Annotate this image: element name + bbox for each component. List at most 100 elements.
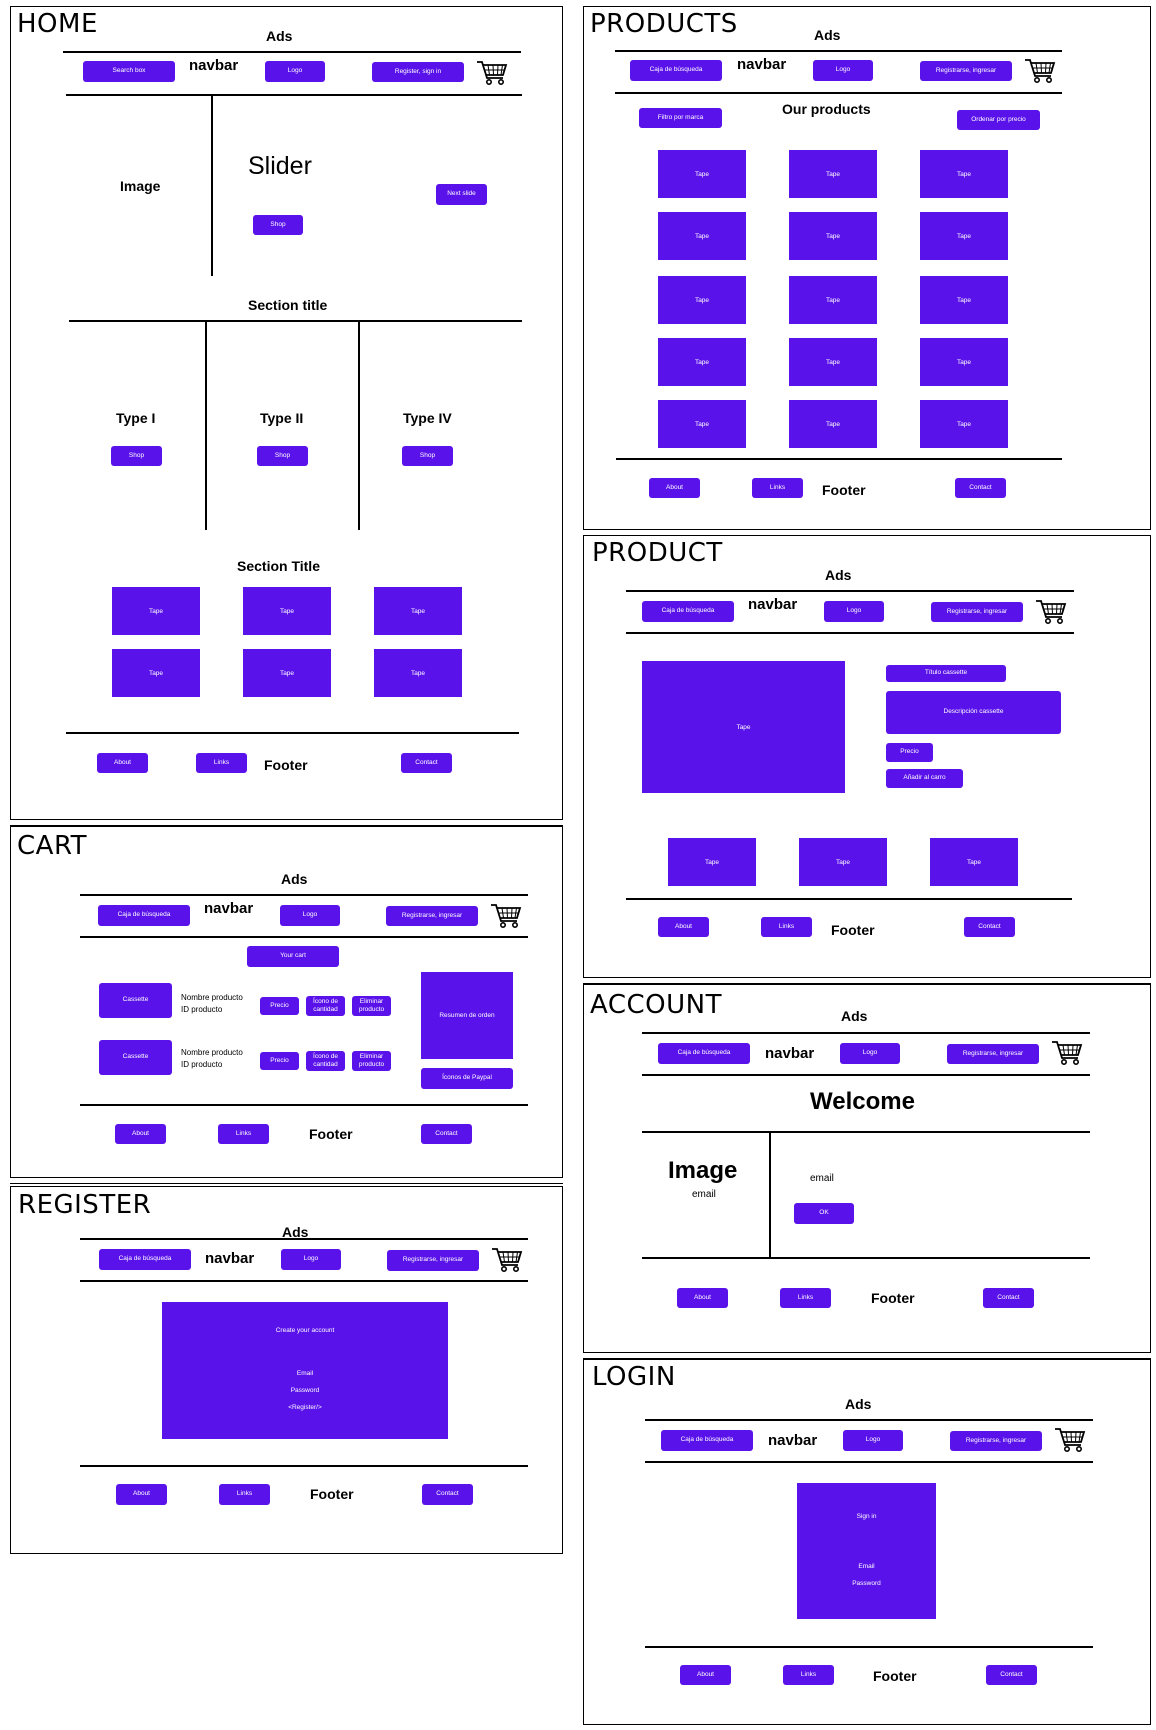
email-field[interactable]: Email — [162, 1370, 448, 1377]
tape-card[interactable]: Tape — [789, 400, 877, 448]
about-button[interactable]: About — [649, 478, 700, 498]
tape-card[interactable]: Tape — [920, 212, 1008, 260]
cart-icon[interactable] — [476, 59, 508, 87]
search-box-button[interactable]: Caja de búsqueda — [98, 905, 190, 926]
related-tape-card[interactable]: Tape — [668, 838, 756, 886]
about-button[interactable]: About — [97, 753, 148, 773]
register-button[interactable]: Registrarse, ingresar — [387, 1250, 479, 1271]
price-button[interactable]: Precio — [260, 1052, 299, 1070]
password-field[interactable]: Password — [162, 1387, 448, 1394]
your-cart-button[interactable]: Your cart — [247, 946, 339, 967]
price-button[interactable]: Precio — [260, 997, 299, 1015]
links-button[interactable]: Links — [752, 478, 803, 498]
shop-button[interactable]: Shop — [253, 215, 303, 235]
contact-button[interactable]: Contact — [421, 1124, 472, 1144]
tape-card[interactable]: Tape — [112, 649, 200, 697]
quantity-icon-button[interactable]: Ícono de cantidad — [306, 1051, 345, 1071]
tape-card[interactable]: Tape — [243, 649, 331, 697]
register-submit[interactable]: <Register/> — [162, 1404, 448, 1411]
delete-product-button[interactable]: Eliminar producto — [352, 1051, 391, 1071]
related-tape-card[interactable]: Tape — [799, 838, 887, 886]
search-box-button[interactable]: Caja de búsqueda — [630, 60, 722, 81]
contact-button[interactable]: Contact — [986, 1665, 1037, 1685]
email-field[interactable]: Email — [797, 1563, 936, 1570]
about-button[interactable]: About — [680, 1665, 731, 1685]
cassette-thumbnail[interactable]: Cassette — [99, 983, 172, 1018]
links-button[interactable]: Links — [218, 1124, 269, 1144]
logo-button[interactable]: Logo — [281, 1249, 341, 1270]
register-button[interactable]: Registrarse, ingresar — [920, 61, 1012, 81]
quantity-icon-button[interactable]: Ícono de cantidad — [306, 996, 345, 1016]
cart-icon[interactable] — [1051, 1039, 1083, 1067]
add-to-cart-button[interactable]: Añadir al carro — [886, 769, 963, 788]
logo-button[interactable]: Logo — [280, 905, 340, 926]
logo-button[interactable]: Logo — [840, 1043, 900, 1064]
about-button[interactable]: About — [677, 1288, 728, 1308]
shop-button[interactable]: Shop — [257, 446, 308, 466]
password-field[interactable]: Password — [797, 1580, 936, 1587]
contact-button[interactable]: Contact — [983, 1288, 1034, 1308]
tape-card[interactable]: Tape — [658, 338, 746, 386]
tape-card[interactable]: Tape — [112, 587, 200, 635]
tape-card[interactable]: Tape — [920, 400, 1008, 448]
delete-product-button[interactable]: Eliminar producto — [352, 996, 391, 1016]
links-button[interactable]: Links — [761, 917, 812, 937]
tape-card[interactable]: Tape — [920, 150, 1008, 198]
contact-button[interactable]: Contact — [422, 1484, 473, 1505]
links-button[interactable]: Links — [219, 1484, 270, 1505]
paypal-icons-button[interactable]: Íconos de Paypal — [421, 1068, 513, 1089]
tape-card[interactable]: Tape — [658, 212, 746, 260]
logo-button[interactable]: Logo — [843, 1430, 903, 1451]
sort-by-price-button[interactable]: Ordenar por precio — [957, 110, 1040, 130]
about-button[interactable]: About — [115, 1124, 166, 1144]
navbar-label: navbar — [765, 1045, 815, 1062]
register-button[interactable]: Register, sign in — [372, 62, 464, 82]
cart-icon[interactable] — [1024, 57, 1056, 85]
search-box-button[interactable]: Caja de búsqueda — [661, 1430, 753, 1451]
tape-card[interactable]: Tape — [920, 338, 1008, 386]
tape-card[interactable]: Tape — [789, 212, 877, 260]
register-button[interactable]: Registrarse, ingresar — [386, 906, 478, 926]
contact-button[interactable]: Contact — [401, 753, 452, 773]
search-box-button[interactable]: Caja de búsqueda — [642, 601, 734, 622]
cart-icon[interactable] — [491, 1246, 523, 1274]
tape-card[interactable]: Tape — [920, 276, 1008, 324]
search-box-button[interactable]: Caja de búsqueda — [99, 1249, 191, 1270]
search-box-button[interactable]: Search box — [83, 61, 175, 82]
cassette-thumbnail[interactable]: Cassette — [99, 1040, 172, 1075]
shop-button[interactable]: Shop — [111, 446, 162, 466]
ads-label: Ads — [814, 27, 841, 43]
logo-button[interactable]: Logo — [813, 60, 873, 81]
type-ii-label: Type II — [260, 410, 304, 426]
cart-icon[interactable] — [490, 902, 522, 930]
tape-card[interactable]: Tape — [243, 587, 331, 635]
related-tape-card[interactable]: Tape — [930, 838, 1018, 886]
tape-card[interactable]: Tape — [658, 400, 746, 448]
tape-card[interactable]: Tape — [789, 150, 877, 198]
tape-card[interactable]: Tape — [789, 338, 877, 386]
brand-filter-button[interactable]: Filtro por marca — [639, 108, 722, 128]
tape-card[interactable]: Tape — [658, 276, 746, 324]
logo-button[interactable]: Logo — [824, 601, 884, 622]
tape-card[interactable]: Tape — [374, 649, 462, 697]
register-button[interactable]: Registrarse, ingresar — [947, 1044, 1039, 1064]
tape-card[interactable]: Tape — [374, 587, 462, 635]
cart-icon[interactable] — [1054, 1426, 1086, 1454]
shop-button[interactable]: Shop — [402, 446, 453, 466]
register-button[interactable]: Registrarse, ingresar — [931, 602, 1023, 622]
links-button[interactable]: Links — [780, 1288, 831, 1308]
search-box-button[interactable]: Caja de búsqueda — [658, 1043, 750, 1064]
logo-button[interactable]: Logo — [265, 61, 325, 82]
tape-card[interactable]: Tape — [658, 150, 746, 198]
contact-button[interactable]: Contact — [955, 478, 1006, 498]
ok-button[interactable]: OK — [794, 1203, 854, 1224]
next-slide-button[interactable]: Next slide — [436, 184, 487, 205]
cart-icon[interactable] — [1035, 598, 1067, 626]
links-button[interactable]: Links — [783, 1665, 834, 1685]
contact-button[interactable]: Contact — [964, 917, 1015, 937]
links-button[interactable]: Links — [196, 753, 247, 773]
about-button[interactable]: About — [658, 917, 709, 937]
about-button[interactable]: About — [116, 1484, 167, 1505]
tape-card[interactable]: Tape — [789, 276, 877, 324]
register-button[interactable]: Registrarse, ingresar — [950, 1431, 1042, 1451]
